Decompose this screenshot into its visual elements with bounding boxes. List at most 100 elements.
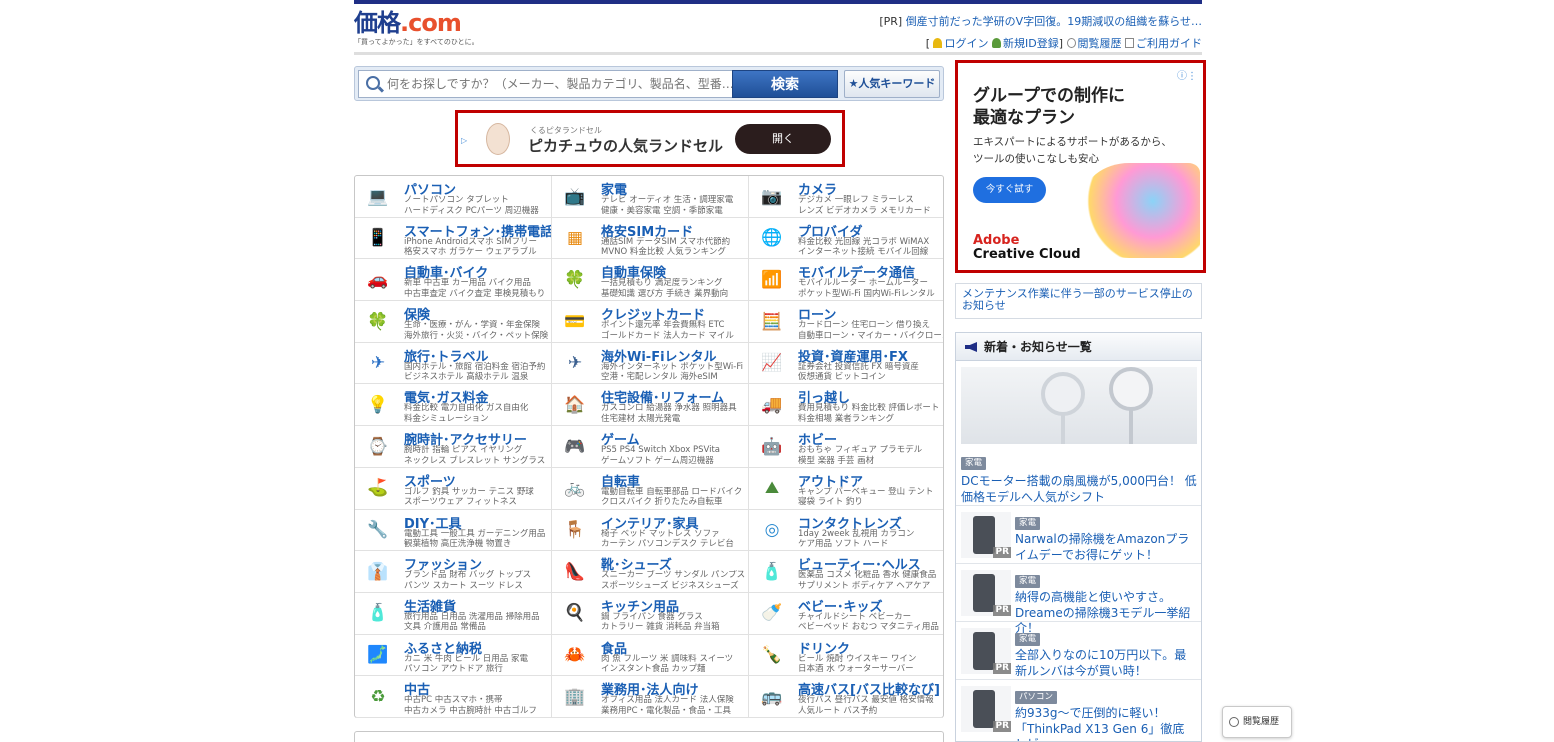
category-subitems-line[interactable]: 料金比較 光回線 光コラボ WiMAX — [798, 237, 929, 247]
category-subitems-line[interactable]: 自動車ローン・マイカー・バイクローン — [798, 331, 943, 341]
category-clover[interactable]: 🍀 保険 生命・医療・がん・学資・年金保険 海外旅行・火災・バイク・ペット保険 — [355, 301, 552, 343]
category-subitems-line[interactable]: 夜行バス 昼行バス 最安値 格安情報 — [798, 695, 934, 705]
category-wifi-plane[interactable]: ✈ 海外Wi-Fiレンタル 海外インターネット ポケット型Wi-Fi 空港・宅配レンタ… — [552, 342, 749, 385]
news-list-item[interactable]: PR 家電 Narwalの掃除機をAmazonプライムデーでお得にゲット！ — [956, 505, 1201, 563]
category-subitems[interactable]: ノートパソコン タブレット ハードディスク PCパーツ 周辺機器 — [404, 195, 550, 216]
category-bicycle[interactable]: 🚲 自転車 電動自転車 自転車部品 ロードバイク クロスバイク 折りたたみ自転車 — [552, 467, 749, 510]
category-subitems[interactable]: 鍋 フライパン 食器 グラス カトラリー 雑貨 消耗品 弁当箱 — [601, 612, 747, 633]
news-main-article[interactable]: 家電 DCモーター搭載の扇風機が5,000円台！ 低価格モデルへ人気がシフト — [961, 450, 1197, 505]
category-credit-card[interactable]: 💳 クレジットカード ポイント還元率 年会費無料 ETC ゴールドカード 法人カード … — [552, 301, 749, 343]
category-chart[interactable]: 📈 投資･資産運用･FX 証券会社 投資信託 FX 暗号資産 仮想通貨 ビットコイン — [749, 343, 943, 385]
ad-open-button[interactable]: 開く — [735, 124, 831, 154]
category-subitems-line[interactable]: チャイルドシート ベビーカー — [798, 612, 911, 622]
category-subitems[interactable]: チャイルドシート ベビーカー ベビーベッド おむつ マタニティ用品 — [798, 612, 943, 633]
category-subitems[interactable]: オフィス用品 法人カード 法人保険 業務用PC・電化製品・食品・工具 — [601, 695, 747, 716]
category-subitems-line[interactable]: ノートパソコン タブレット — [404, 195, 509, 205]
category-subitems[interactable]: ブランド品 財布 バッグ トップス パンツ スカート スーツ ドレス — [404, 570, 550, 591]
category-subitems-line[interactable]: 一括見積もり 満足度ランキング — [601, 278, 722, 288]
category-subitems[interactable]: 中古PC 中古スマホ・携帯 中古カメラ 中古腕時計 中古ゴルフ — [404, 695, 550, 716]
category-drill[interactable]: 🔧 DIY･工具 電動工具 一般工具 ガーデニング用品 観葉植物 高圧洗浄機 物置き — [355, 509, 552, 552]
news-list-item[interactable]: PR 家電 納得の高機能と使いやすさ。Dreameの掃除機3モデル一挙紹介！ — [956, 563, 1201, 635]
category-subitems-line[interactable]: 国内ホテル・旅館 宿泊料金 宿泊予約 — [404, 362, 545, 372]
category-subitems[interactable]: 費用見積もり 料金比較 評価レポート 料金相場 業者ランキング — [798, 403, 943, 424]
category-subitems-line[interactable]: カードローン 住宅ローン 借り換え — [798, 320, 930, 330]
category-subitems[interactable]: 海外インターネット ポケット型Wi-Fi 空港・宅配レンタル 海外eSIM — [601, 362, 747, 383]
category-subitems-line[interactable]: インターネット接続 モバイル回線 — [798, 247, 928, 257]
category-subitems-line[interactable]: ビール 焼酎 ウイスキー ワイン — [798, 654, 916, 664]
category-subitems-line[interactable]: クロスバイク 折りたたみ自転車 — [601, 497, 723, 507]
category-truck[interactable]: 🚚 引っ越し 費用見積もり 料金比較 評価レポート 料金相場 業者ランキング — [749, 384, 943, 427]
category-subitems[interactable]: 医薬品 コスメ 化粧品 香水 健康食品 サプリメント ボディケア ヘアケア — [798, 570, 943, 591]
category-subitems-line[interactable]: 格安スマホ ガラケー ウェアラブル — [404, 247, 537, 257]
category-subitems-line[interactable]: 寝袋 ライト 釣り — [798, 497, 863, 507]
category-crab[interactable]: 🦀 食品肉 魚 フルーツ 米 調味料 スイーツ インスタント食品 カップ麺 — [552, 634, 749, 677]
category-golf[interactable]: ⛳ スポーツ ゴルフ 釣具 サッカー テニス 野球 スポーツウェア フィットネス — [355, 467, 552, 510]
category-building[interactable]: 🏢 業務用･法人向け オフィス用品 法人カード 法人保険 業務用PC・電化製品・食品・… — [552, 676, 749, 718]
category-globe[interactable]: 🌐 プロバイダ 料金比較 光回線 光コラボ WiMAX インターネット接続 モバイル回… — [749, 218, 943, 260]
category-subitems[interactable]: おもちゃ フィギュア プラモデル 模型 楽器 手芸 画材 — [798, 445, 943, 466]
category-subitems-line[interactable]: ブランド品 財布 バッグ トップス — [404, 570, 531, 580]
category-subitems-line[interactable]: iPhone Androidスマホ SIMフリー — [404, 237, 537, 247]
category-subitems[interactable]: 夜行バス 昼行バス 最安値 格安情報 人気ルート バス予約 — [798, 695, 943, 716]
category-subitems-line[interactable]: 通話SIM データSIM スマホ代節約 — [601, 237, 730, 247]
category-subitems[interactable]: 一括見積もり 満足度ランキング 基礎知識 選び方 手続き 業界動向 — [601, 278, 747, 299]
category-subitems-line[interactable]: 中古車査定 バイク査定 車検見積もり — [404, 289, 545, 299]
ad-info-icon[interactable]: ⓘ⋮ — [1177, 67, 1197, 82]
category-subitems-line[interactable]: 基礎知識 選び方 手続き 業界動向 — [601, 289, 728, 299]
category-subitems-line[interactable]: ネックレス ブレスレット サングラス — [404, 456, 545, 466]
category-appliance[interactable]: 📺 家電 テレビ オーディオ 生活・調理家電 健康・美容家電 空調・季節家電 — [552, 176, 749, 218]
category-bulb-flame[interactable]: 💡 電気･ガス料金 料金比較 電力自由化 ガス自由化 料金シミュレーション — [355, 384, 552, 427]
category-subitems-line[interactable]: スポーツウェア フィットネス — [404, 497, 517, 507]
guide-link[interactable]: ご利用ガイド — [1136, 37, 1202, 50]
category-subitems-line[interactable]: 健康・美容家電 空調・季節家電 — [601, 206, 723, 216]
category-shoe[interactable]: 👠 靴･シューズ スニーカー ブーツ サンダル パンプス スポーツシューズ ビジネスシ… — [552, 551, 749, 593]
ad-choices-icon[interactable]: ▷ — [461, 137, 469, 145]
category-subitems-line[interactable]: 日本酒 水 ウォーターサーバー — [798, 664, 914, 674]
category-subitems-line[interactable]: ポケット型Wi-Fi 国内Wi-Fiレンタル — [798, 289, 935, 299]
category-subitems-line[interactable]: ポイント還元率 年会費無料 ETC — [601, 320, 724, 330]
category-subitems-line[interactable]: 旅行用品 日用品 洗濯用品 掃除用品 — [404, 612, 540, 622]
category-subitems-line[interactable]: サプリメント ボディケア ヘアケア — [798, 581, 930, 591]
news-thumbnail[interactable]: PR — [961, 686, 1011, 732]
news-main-image[interactable] — [961, 367, 1197, 444]
category-subitems-line[interactable]: 業務用PC・電化製品・食品・工具 — [601, 706, 731, 716]
category-subitems[interactable]: 料金比較 電力自由化 ガス自由化 料金シミュレーション — [404, 403, 550, 424]
news-title[interactable]: Narwalの掃除機をAmazonプライムデーでお得にゲット！ — [1015, 532, 1195, 563]
category-subitems-line[interactable]: ビジネスホテル 高級ホテル 温泉 — [404, 372, 528, 382]
category-subitems-line[interactable]: テレビ オーディオ 生活・調理家電 — [601, 195, 733, 205]
category-subitems-line[interactable]: 費用見積もり 料金比較 評価レポート — [798, 403, 939, 413]
category-suit[interactable]: 👔 ファッション ブランド品 財布 バッグ トップス パンツ スカート スーツ ドレス — [355, 551, 552, 593]
category-subitems-line[interactable]: 文具 介護用品 常備品 — [404, 622, 486, 632]
category-chair[interactable]: 🪑 インテリア･家具 椅子 ベッド マットレス ソファ カーテン パソコンデスク テレ… — [552, 509, 749, 552]
category-subitems-line[interactable]: 料金相場 業者ランキング — [798, 414, 894, 424]
category-clover-car[interactable]: 🍀 自動車保険 一括見積もり 満足度ランキング 基礎知識 選び方 手続き 業界動向 — [552, 259, 749, 302]
category-subitems[interactable]: 1day 2week 乱視用 カラコン ケア用品 ソフト ハード — [798, 529, 943, 550]
category-subitems[interactable]: 電動工具 一般工具 ガーデニング用品 観葉植物 高圧洗浄機 物置き — [404, 529, 550, 550]
category-subitems[interactable]: 新車 中古車 カー用品 バイク用品 中古車査定 バイク査定 車検見積もり — [404, 278, 550, 299]
category-subitems-line[interactable]: パソコン アウトドア 旅行 — [404, 664, 503, 674]
history-link[interactable]: 閲覧履歴 — [1078, 37, 1122, 50]
news-thumbnail[interactable]: PR — [961, 570, 1011, 616]
category-subitems-line[interactable]: 仮想通貨 ビットコイン — [798, 372, 886, 382]
category-subitems-line[interactable]: 観葉植物 高圧洗浄機 物置き — [404, 539, 511, 549]
category-subitems[interactable]: 国内ホテル・旅館 宿泊料金 宿泊予約 ビジネスホテル 高級ホテル 温泉 — [404, 362, 550, 383]
news-thumbnail[interactable]: PR — [961, 512, 1011, 558]
category-contact-lens[interactable]: ◎ コンタクトレンズ 1day 2week 乱視用 カラコン ケア用品 ソフト ハード — [749, 510, 943, 552]
category-subitems-line[interactable]: スニーカー ブーツ サンダル パンプス — [601, 570, 745, 580]
category-subitems-line[interactable]: 料金シミュレーション — [404, 414, 489, 424]
news-title[interactable]: 約933g～で圧倒的に軽い！「ThinkPad X13 Gen 6」徹底レビュー — [1015, 706, 1195, 741]
category-stroller[interactable]: 🍼 ベビー･キッズ チャイルドシート ベビーカー ベビーベッド おむつ マタニティ用品 — [749, 593, 943, 635]
category-pot[interactable]: 🍳 キッチン用品鍋 フライパン 食器 グラス カトラリー 雑貨 消耗品 弁当箱 — [552, 592, 749, 635]
category-used-badge[interactable]: ♻ 中古 中古PC 中古スマホ・携帯 中古カメラ 中古腕時計 中古ゴルフ — [355, 676, 552, 718]
news-list-item[interactable]: PR パソコン 約933g～で圧倒的に軽い！「ThinkPad X13 Gen 6」… — [956, 679, 1201, 741]
category-house[interactable]: 🏠 住宅設備･リフォーム ガスコンロ 給湯器 浄水器 照明器具 住宅建材 太陽光発電 — [552, 384, 749, 427]
category-car[interactable]: 🚗 自動車･バイク 新車 中古車 カー用品 バイク用品 中古車査定 バイク査定 車検見… — [355, 259, 552, 302]
category-subitems-line[interactable]: 中古カメラ 中古腕時計 中古ゴルフ — [404, 706, 537, 716]
maintenance-notice-link[interactable]: メンテナンス作業に伴う一部のサービス停止のお知らせ — [955, 283, 1202, 319]
category-laptop[interactable]: 💻 パソコン ノートパソコン タブレット ハードディスク PCパーツ 周辺機器 — [355, 176, 552, 218]
category-subitems-line[interactable]: インスタント食品 カップ麺 — [601, 664, 706, 674]
site-logo[interactable]: 価格.com 「買ってよかった」をすべてのひとに。 — [354, 10, 484, 46]
category-subitems[interactable]: 椅子 ベッド マットレス ソファ カーテン パソコンデスク テレビ台 — [601, 529, 747, 550]
category-subitems[interactable]: 腕時計 指輪 ピアス イヤリング ネックレス ブレスレット サングラス — [404, 445, 550, 466]
category-subitems-line[interactable]: 証券会社 投資信託 FX 暗号資産 — [798, 362, 919, 372]
